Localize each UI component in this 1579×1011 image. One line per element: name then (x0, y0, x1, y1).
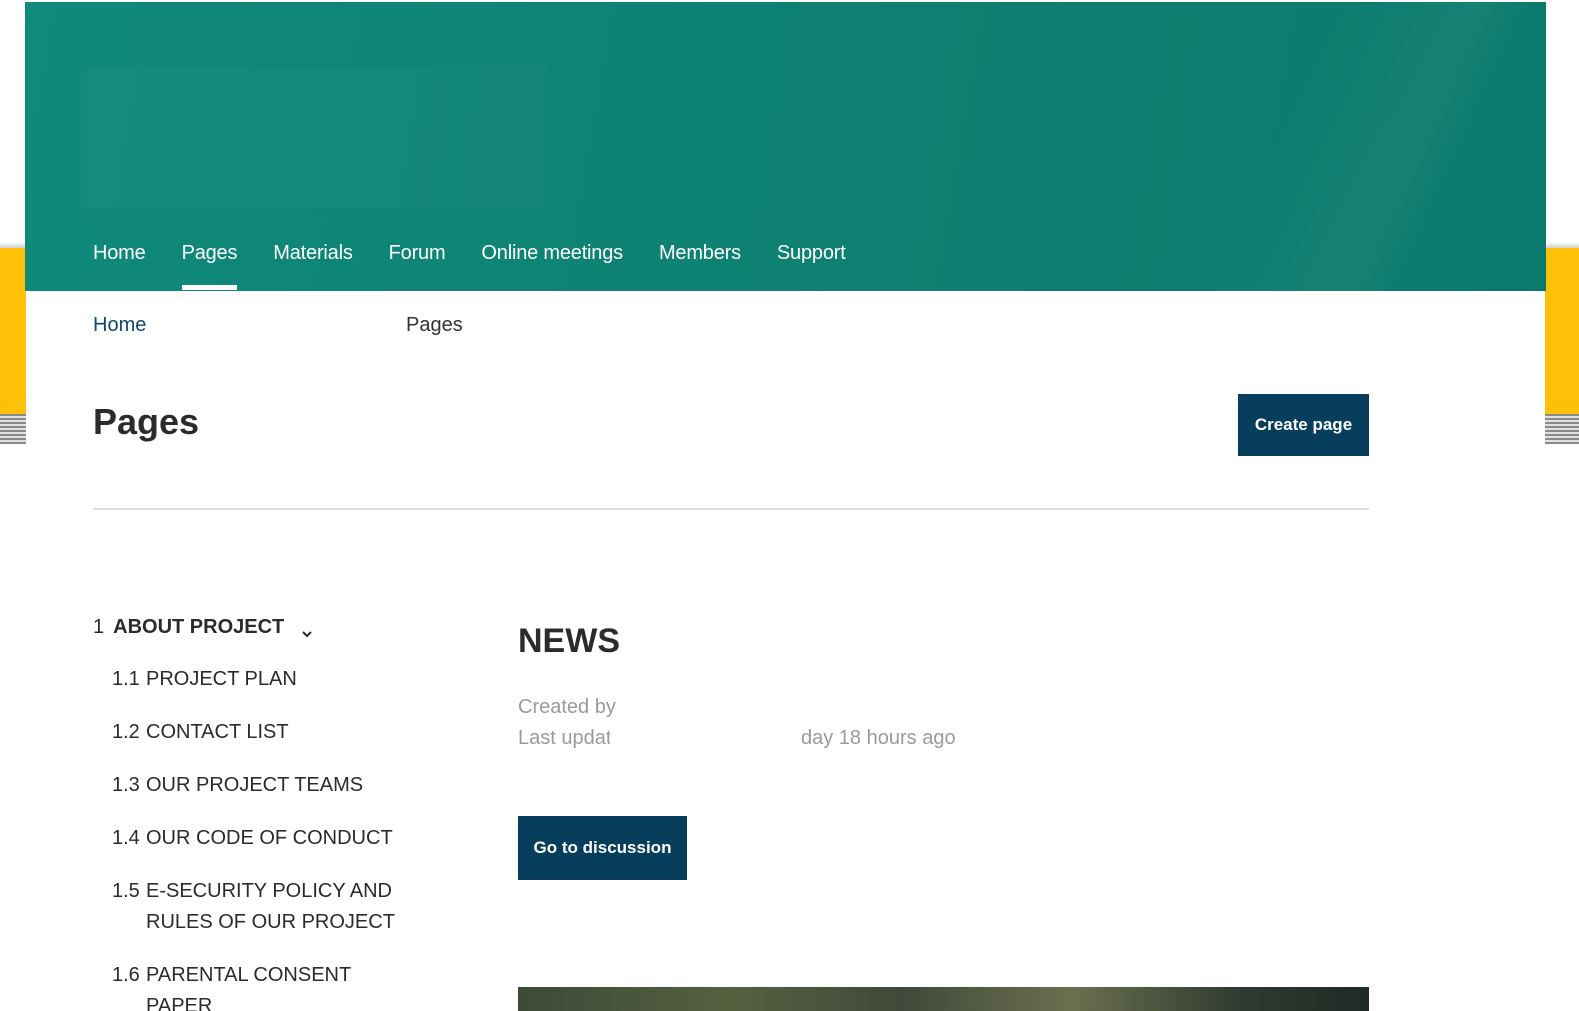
tree-item-label: OUR PROJECT TEAMS (146, 774, 364, 796)
page: Home Pages Materials Forum Online meetin… (0, 0, 1579, 1011)
tree-item-number: 1.4 (112, 827, 140, 849)
breadcrumb-home-link[interactable]: Home (93, 312, 146, 338)
right-side-banner (1545, 242, 1579, 414)
tree-item-number: 1.1 (112, 668, 140, 690)
tree-item-label: E-SECURITY POLICY AND RULES OF OUR PROJE… (146, 880, 395, 933)
go-to-discussion-button[interactable]: Go to discussion (518, 816, 687, 880)
title-divider (93, 508, 1369, 510)
tree-item-number: 1 (93, 616, 105, 638)
nav-item-pages[interactable]: Pages (181, 238, 237, 291)
tree-item-label: PROJECT PLAN (146, 668, 297, 690)
tree-item-label: OUR CODE OF CONDUCT (146, 827, 393, 849)
tree-item-project-plan[interactable]: 1.1 PROJECT PLAN (112, 664, 396, 695)
article-last-updated-label: Last update (518, 727, 610, 749)
article-created-by: Created by (518, 696, 616, 718)
tree-item-label: CONTACT LIST (146, 721, 289, 743)
tree-item-e-security-policy[interactable]: 1.5 E-SECURITY POLICY AND RULES OF OUR P… (112, 876, 396, 938)
tree-item-number: 1.5 (112, 880, 140, 902)
article-image (518, 987, 1369, 1011)
left-side-stripes (0, 414, 26, 444)
site-header: Home Pages Materials Forum Online meetin… (25, 2, 1546, 291)
header-decoration (1125, 2, 1546, 291)
tree-item-label: ABOUT PROJECT (113, 616, 285, 638)
article-last-updated-time: day 18 hours ago (801, 727, 956, 749)
tree-item-parental-consent[interactable]: 1.6 PARENTAL CONSENT PAPER (112, 960, 396, 1011)
right-side-stripes (1545, 414, 1579, 444)
tree-item-number: 1.2 (112, 721, 140, 743)
left-side-banner (0, 242, 26, 414)
nav-item-forum[interactable]: Forum (389, 238, 446, 291)
tree-item-label: PARENTAL CONSENT PAPER (146, 964, 351, 1011)
page-title: Pages (93, 401, 200, 442)
tree-item-contact-list[interactable]: 1.2 CONTACT LIST (112, 717, 396, 748)
nav-item-online-meetings[interactable]: Online meetings (481, 238, 623, 291)
tree-item-our-project-teams[interactable]: 1.3 OUR PROJECT TEAMS (112, 770, 396, 801)
article-title: NEWS (518, 622, 620, 660)
header-logo-area (87, 66, 545, 209)
nav-item-support[interactable]: Support (777, 238, 846, 291)
breadcrumb-current: Pages (406, 314, 463, 336)
chevron-down-icon[interactable] (300, 620, 314, 638)
tree-item-code-of-conduct[interactable]: 1.4 OUR CODE OF CONDUCT (112, 823, 396, 854)
main-nav: Home Pages Materials Forum Online meetin… (93, 238, 882, 291)
nav-item-home[interactable]: Home (93, 238, 146, 291)
tree-item-about-project[interactable]: 1 ABOUT PROJECT (93, 612, 423, 642)
tree-item-number: 1.6 (112, 964, 140, 986)
page-tree: 1 ABOUT PROJECT 1.1 PROJECT PLAN 1.2 CON… (93, 612, 423, 1011)
tree-item-number: 1.3 (112, 774, 140, 796)
nav-item-members[interactable]: Members (659, 238, 741, 291)
create-page-button[interactable]: Create page (1238, 394, 1369, 456)
nav-item-materials[interactable]: Materials (273, 238, 353, 291)
